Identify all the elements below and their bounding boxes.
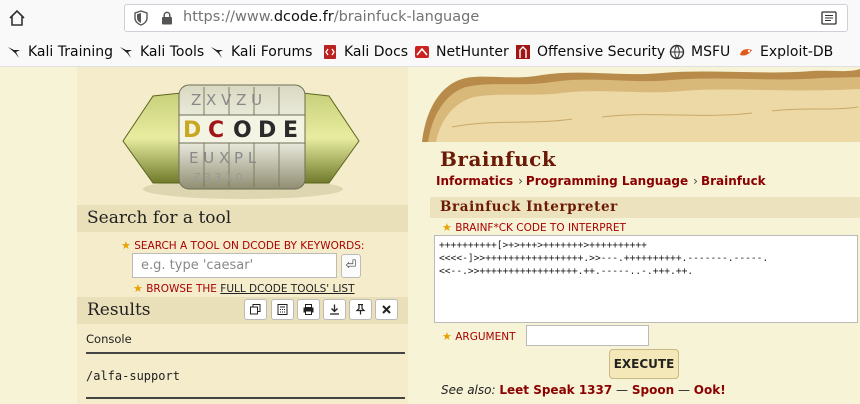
reader-view-icon[interactable] — [821, 11, 837, 25]
search-submit-button[interactable]: ⏎ — [341, 254, 361, 278]
see-also-spoon-link[interactable]: Spoon — [632, 383, 674, 397]
star-icon: ★ — [133, 282, 143, 295]
interpreter-title: Brainfuck Interpreter — [440, 199, 618, 215]
bookmark-kali-docs[interactable]: Kali Docs — [322, 43, 408, 61]
download-icon — [330, 304, 339, 315]
breadcrumb: Informatics › Programming Language › Brainfu… — [436, 174, 766, 188]
star-icon: ★ — [442, 330, 452, 343]
url-text[interactable]: https://www.dcode.fr/brainfuck-language — [183, 9, 479, 25]
left-sidebar: Z X V Z U D C O D E E U X P L Z 3 3 1 0 … — [77, 67, 408, 404]
search-tool-title: Search for a tool — [87, 208, 232, 228]
print-results-button[interactable] — [297, 299, 320, 320]
kali-dragon-icon — [120, 47, 132, 58]
full-tools-list-link[interactable]: FULL DCODE TOOLS' LIST — [220, 283, 354, 295]
lock-icon[interactable] — [161, 11, 173, 25]
svg-text:E U X P L: E U X P L — [189, 149, 257, 167]
download-results-button[interactable] — [323, 299, 346, 320]
console-output: /alfa-support — [86, 369, 180, 383]
pin-icon — [355, 303, 366, 315]
svg-text:D: D — [183, 118, 201, 143]
web-page: Z X V Z U D C O D E E U X P L Z 3 3 1 0 … — [0, 67, 860, 404]
calculator-button[interactable] — [271, 299, 294, 320]
bookmark-kali-tools[interactable]: Kali Tools — [118, 43, 204, 61]
kali-dragon-icon — [8, 47, 20, 58]
tracking-protection-icon[interactable] — [133, 10, 149, 26]
star-icon: ★ — [121, 239, 131, 252]
main-content: Brainfuck Informatics › Programming Langua… — [422, 67, 860, 404]
kali-dragon-icon — [211, 47, 223, 58]
bookmark-offensive-security[interactable]: Offensive Security — [515, 43, 665, 61]
calculator-icon — [277, 304, 288, 315]
tool-search-input[interactable] — [132, 253, 337, 278]
breadcrumb-informatics[interactable]: Informatics — [436, 174, 513, 188]
execute-button[interactable]: EXECUTE — [609, 349, 679, 379]
bookmark-msfu[interactable]: MSFU — [669, 43, 730, 61]
page-title: Brainfuck — [440, 147, 557, 171]
bookmarks-toolbar: Kali Training Kali Tools Kali Forums Kal… — [0, 38, 860, 67]
bookmark-kali-training[interactable]: Kali Training — [6, 43, 113, 61]
console-divider — [86, 352, 405, 354]
argument-input[interactable] — [526, 325, 649, 346]
close-results-button[interactable] — [375, 299, 398, 320]
url-bar[interactable]: https://www.dcode.fr/brainfuck-language — [124, 4, 848, 32]
nethunter-icon — [415, 46, 429, 58]
console-divider — [86, 397, 405, 399]
search-tool-header: Search for a tool — [77, 205, 408, 232]
code-label: ★ BRAINF*CK CODE TO INTERPRET — [442, 221, 626, 234]
interpreter-header: Brainfuck Interpreter — [430, 197, 860, 218]
home-icon[interactable] — [6, 7, 28, 29]
bookmark-exploit-db[interactable]: Exploit-DB — [738, 43, 833, 61]
argument-label: ★ ARGUMENT — [442, 330, 516, 343]
dcode-logo[interactable]: Z X V Z U D C O D E E U X P L Z 3 3 1 0 — [113, 71, 369, 206]
svg-text:C: C — [208, 118, 224, 143]
see-also-ook-link[interactable]: Ook! — [694, 383, 726, 397]
svg-text:E: E — [283, 118, 298, 143]
copy-icon — [250, 304, 261, 315]
svg-text:Z 3 3 1 0: Z 3 3 1 0 — [193, 171, 243, 184]
print-icon — [303, 304, 314, 315]
exploit-db-icon — [740, 49, 752, 56]
svg-text:Z X V Z U: Z X V Z U — [191, 91, 262, 109]
brainfuck-code-textarea[interactable]: ++++++++++[>+>+++>+++++++>++++++++++ <<<… — [434, 235, 858, 323]
see-also-leet-speak-link[interactable]: Leet Speak 1337 — [499, 383, 612, 397]
results-title: Results — [87, 300, 151, 320]
kali-docs-icon — [324, 45, 336, 59]
offsec-icon — [516, 45, 530, 59]
see-also: See also: Leet Speak 1337 — Spoon — Ook! — [441, 383, 726, 397]
copy-results-button[interactable] — [244, 299, 267, 320]
svg-text:D: D — [258, 118, 276, 143]
search-keywords-label: ★ SEARCH A TOOL ON DCODE BY KEYWORDS: — [121, 239, 365, 252]
results-header: Results — [77, 297, 408, 324]
browser-toolbar: https://www.dcode.fr/brainfuck-language — [0, 0, 860, 36]
msfu-icon — [669, 44, 685, 60]
breadcrumb-brainfuck[interactable]: Brainfuck — [701, 174, 766, 188]
svg-text:O: O — [233, 118, 252, 143]
breadcrumb-programming-language[interactable]: Programming Language — [526, 174, 688, 188]
close-icon — [382, 305, 391, 314]
browse-tools-row: ★ BROWSE THE FULL DCODE TOOLS' LIST — [133, 282, 355, 295]
console-label: Console — [86, 332, 132, 346]
star-icon: ★ — [442, 221, 452, 234]
bookmark-nethunter[interactable]: NetHunter — [414, 43, 509, 61]
parchment-banner — [422, 69, 860, 142]
bookmark-kali-forums[interactable]: Kali Forums — [209, 43, 312, 61]
pin-results-button[interactable] — [349, 299, 372, 320]
